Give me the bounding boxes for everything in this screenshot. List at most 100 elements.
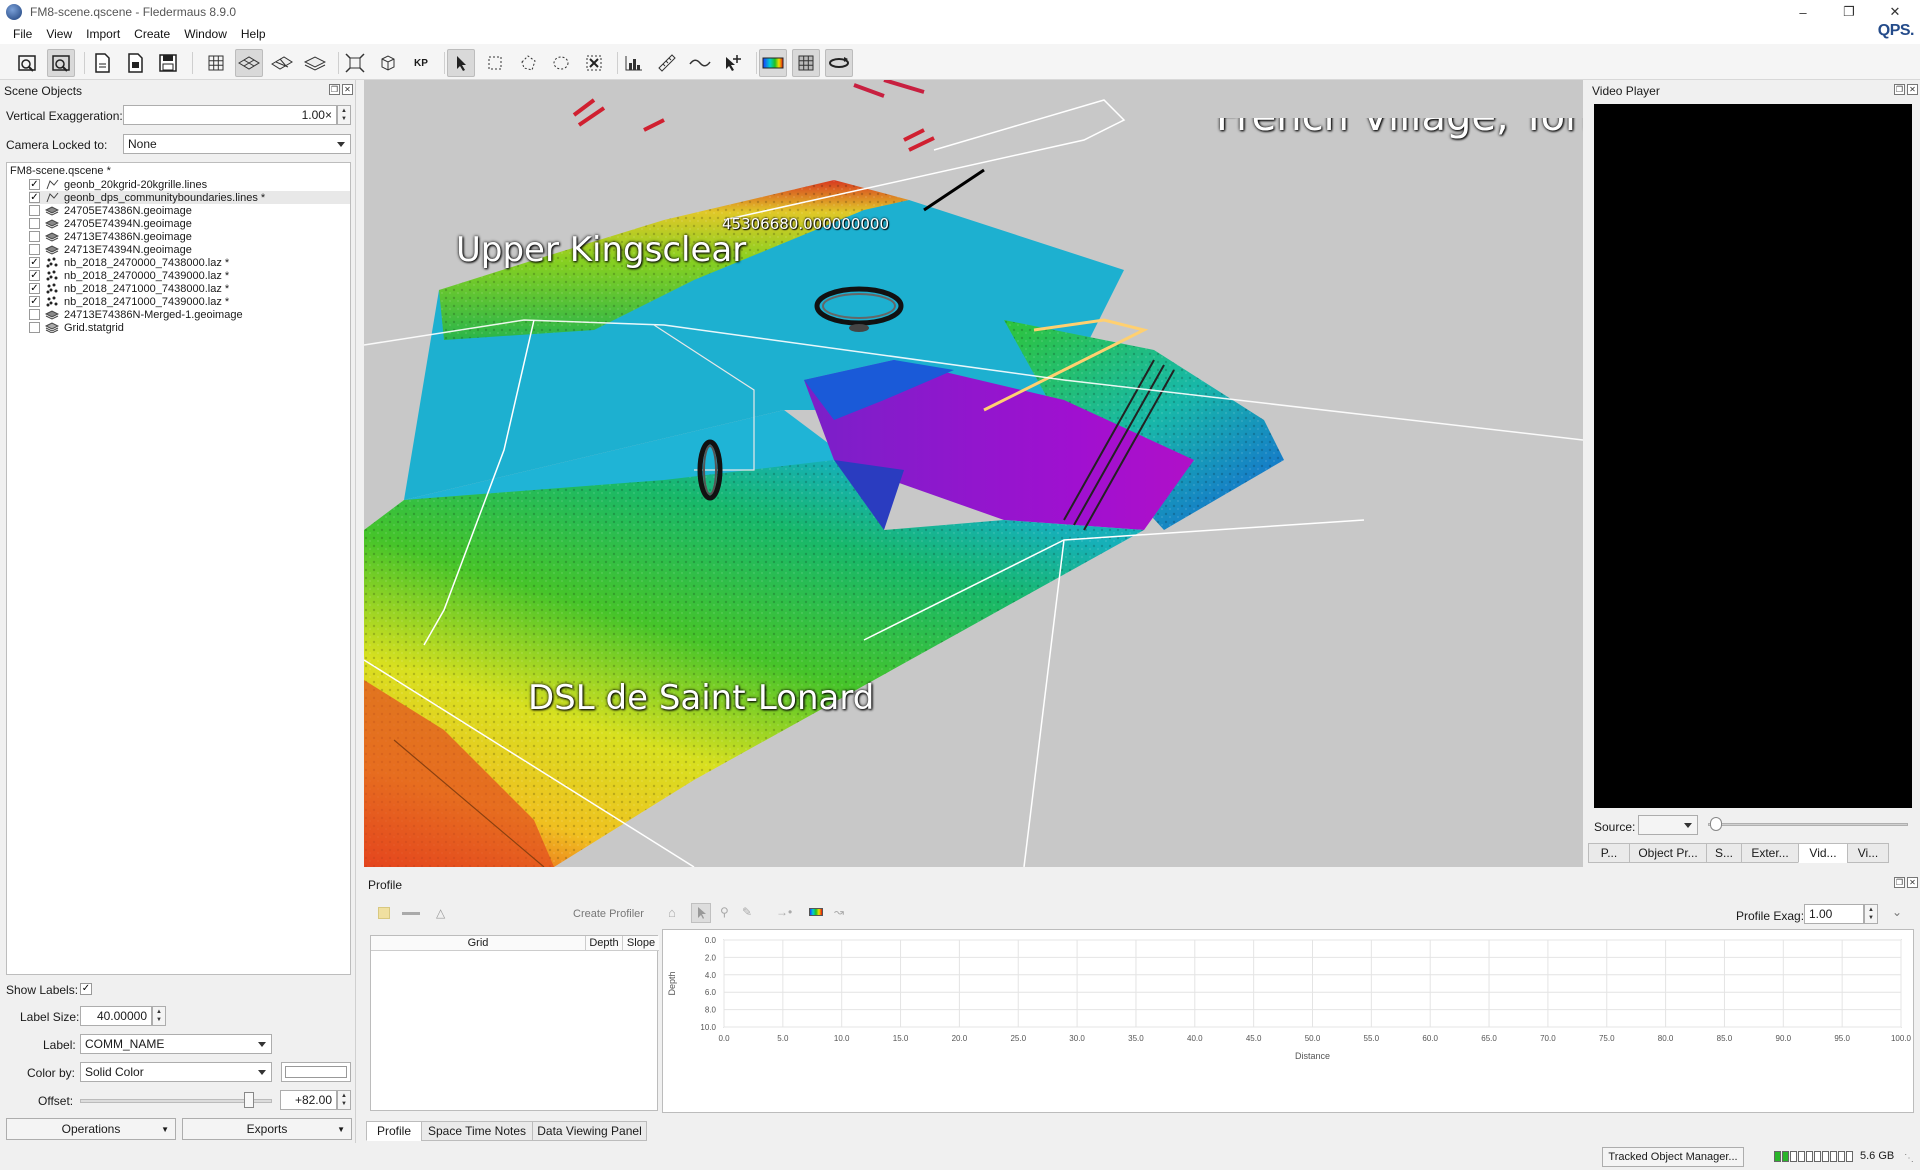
column-header-slope[interactable]: Slope (623, 936, 659, 951)
clear-select-icon[interactable] (580, 49, 608, 77)
ruler-icon[interactable] (653, 49, 681, 77)
menu-import[interactable]: Import (79, 27, 127, 41)
camera-locked-select[interactable]: None (123, 134, 351, 154)
visibility-checkbox[interactable] (29, 205, 40, 216)
operations-button[interactable]: Operations ▼ (6, 1118, 176, 1140)
expand-chevron-icon[interactable]: ⌄ (1892, 905, 1902, 919)
new-document-icon[interactable] (88, 49, 116, 77)
tab-p[interactable]: P... (1588, 843, 1630, 863)
menu-create[interactable]: Create (127, 27, 177, 41)
open-scene-icon[interactable] (13, 49, 41, 77)
close-panel-icon[interactable]: ✕ (1907, 877, 1918, 888)
vertical-exaggeration-input[interactable]: 1.00× (123, 105, 337, 125)
rotate-icon[interactable] (825, 49, 853, 77)
tab-video[interactable]: Vid... (1798, 843, 1848, 863)
visibility-checkbox[interactable] (29, 218, 40, 229)
label-size-input[interactable]: 40.00000 (80, 1006, 152, 1026)
tree-item[interactable]: ✓ nb_2018_2471000_7439000.laz * (29, 295, 229, 308)
offset-input[interactable]: +82.00 (280, 1090, 337, 1110)
column-header-depth[interactable]: Depth (586, 936, 623, 951)
rect-select-icon[interactable] (481, 49, 509, 77)
tab-data-viewing-panel[interactable]: Data Viewing Panel (532, 1121, 647, 1141)
tab-object-properties[interactable]: Object Pr... (1629, 843, 1707, 863)
visibility-checkbox[interactable]: ✓ (29, 192, 40, 203)
kp-icon[interactable]: KP (407, 49, 435, 77)
tab-s[interactable]: S... (1706, 843, 1742, 863)
tab-external[interactable]: Exter... (1741, 843, 1799, 863)
float-icon[interactable]: ❐ (1894, 84, 1905, 95)
close-panel-icon[interactable]: ✕ (342, 84, 353, 95)
color-swatch-button[interactable] (281, 1062, 351, 1082)
profile-exag-spinner[interactable]: ▲ ▼ (1864, 904, 1878, 924)
tree-item[interactable]: ✓ geonb_dps_communityboundaries.lines * (29, 191, 350, 204)
video-display[interactable] (1594, 104, 1912, 808)
add-point-icon[interactable] (719, 49, 747, 77)
offset-spinner[interactable]: ▲ ▼ (337, 1090, 351, 1110)
terrain-render[interactable] (364, 80, 1583, 867)
label-size-spinner[interactable]: ▲ ▼ (152, 1006, 166, 1026)
home-icon[interactable]: ⌂ (668, 905, 676, 920)
visibility-checkbox[interactable]: ✓ (29, 283, 40, 294)
tree-item[interactable]: ✓ nb_2018_2470000_7439000.laz * (29, 269, 229, 282)
zoom-extents-icon[interactable] (341, 49, 369, 77)
label-select[interactable]: COMM_NAME (80, 1034, 272, 1054)
video-timeline-handle[interactable] (1710, 817, 1722, 831)
layer-stack-icon[interactable] (301, 49, 329, 77)
close-panel-icon[interactable]: ✕ (1907, 84, 1918, 95)
tab-space-time-notes[interactable]: Space Time Notes (421, 1121, 533, 1141)
float-icon[interactable]: ❐ (329, 84, 340, 95)
resize-grip-icon[interactable]: ⋱ (1904, 1153, 1914, 1164)
highlight-icon[interactable] (378, 907, 390, 919)
vertical-exaggeration-spinner[interactable]: ▲ ▼ (337, 105, 351, 125)
profile-chart[interactable]: 0.0 5.0 10.0 15.0 20.0 25.0 30.0 35.0 40.0 45.0 50… (662, 929, 1914, 1113)
sphere-grid-icon[interactable] (792, 49, 820, 77)
histogram-icon[interactable] (620, 49, 648, 77)
tracked-object-manager-button[interactable]: Tracked Object Manager... (1602, 1147, 1744, 1167)
tab-vi[interactable]: Vi... (1847, 843, 1889, 863)
source-select[interactable] (1638, 815, 1698, 835)
color-by-select[interactable]: Solid Color (80, 1062, 272, 1082)
open-file-icon[interactable] (47, 49, 75, 77)
visibility-checkbox[interactable] (29, 231, 40, 242)
video-timeline[interactable] (1708, 823, 1908, 826)
pointer-icon[interactable] (447, 49, 475, 77)
exports-button[interactable]: Exports ▼ (182, 1118, 352, 1140)
tab-profile[interactable]: Profile (366, 1121, 422, 1141)
document-icon[interactable] (121, 49, 149, 77)
tree-item[interactable]: ✓ nb_2018_2471000_7438000.laz * (29, 282, 229, 295)
colormap-icon[interactable] (759, 49, 787, 77)
grid-icon[interactable] (202, 49, 230, 77)
offset-slider-handle[interactable] (244, 1092, 254, 1108)
menu-view[interactable]: View (39, 27, 79, 41)
lasso-select-icon[interactable] (547, 49, 575, 77)
tree-item[interactable]: 24705E74394N.geoimage (29, 217, 192, 230)
chart-icon[interactable]: ↝ (834, 905, 844, 919)
float-icon[interactable]: ❐ (1894, 877, 1905, 888)
connect-icon[interactable]: →• (776, 905, 792, 919)
3d-viewport[interactable]: Upper Kingsclear DSL de Saint-Lonard 453… (364, 80, 1583, 867)
tree-item[interactable]: ✓ nb_2018_2470000_7438000.laz * (29, 256, 229, 269)
visibility-checkbox[interactable]: ✓ (29, 179, 40, 190)
minimize-icon[interactable]: – (1780, 0, 1826, 24)
line-style-icon[interactable] (402, 912, 420, 915)
create-profiler-button[interactable]: Create Profiler (573, 908, 644, 920)
triangle-icon[interactable]: △ (436, 906, 445, 920)
visibility-checkbox[interactable] (29, 322, 40, 333)
restore-icon[interactable]: ❐ (1826, 0, 1872, 24)
tree-item[interactable]: 24713E74386N.geoimage (29, 230, 192, 243)
visibility-checkbox[interactable]: ✓ (29, 296, 40, 307)
profile-pointer-icon[interactable] (691, 903, 711, 923)
tree-item[interactable]: ✓ geonb_20kgrid-20kgrille.lines (29, 178, 207, 191)
visibility-checkbox[interactable]: ✓ (29, 270, 40, 281)
cube-icon[interactable] (374, 49, 402, 77)
menu-window[interactable]: Window (177, 27, 234, 41)
tree-item[interactable]: 24713E74394N.geoimage (29, 243, 192, 256)
pencil-icon[interactable]: ✎ (742, 905, 752, 919)
tree-root[interactable]: FM8-scene.qscene * (10, 165, 111, 177)
menu-help[interactable]: Help (234, 27, 273, 41)
poly-select-icon[interactable] (514, 49, 542, 77)
layer-tilt-icon[interactable] (268, 49, 296, 77)
close-icon[interactable]: ✕ (1872, 0, 1918, 24)
column-header-grid[interactable]: Grid (371, 936, 586, 951)
profile-exag-input[interactable]: 1.00 (1804, 904, 1864, 924)
